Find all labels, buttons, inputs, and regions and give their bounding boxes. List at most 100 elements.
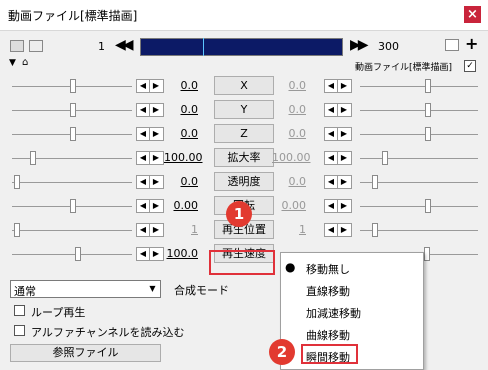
- menu-item-no-move[interactable]: 移動無し: [306, 261, 350, 277]
- left-slider-track[interactable]: [12, 182, 132, 183]
- right-arrow-buttons[interactable]: ◀ ▶: [324, 79, 352, 93]
- end-value[interactable]: 0.0: [272, 175, 307, 188]
- left-slider-thumb[interactable]: [70, 127, 76, 141]
- arrow-left-icon[interactable]: ◀: [325, 80, 337, 92]
- param-button-4[interactable]: 拡大率: [214, 148, 274, 167]
- close-button[interactable]: ×: [464, 6, 481, 23]
- arrow-left-icon[interactable]: ◀: [137, 152, 149, 164]
- right-slider-thumb[interactable]: [425, 79, 431, 93]
- right-slider-track[interactable]: [360, 134, 478, 135]
- right-slider-thumb[interactable]: [425, 127, 431, 141]
- arrow-right-icon[interactable]: ▶: [149, 224, 162, 236]
- start-value[interactable]: 0.0: [164, 175, 199, 188]
- param-button-5[interactable]: 透明度: [214, 172, 274, 191]
- arrow-right-icon[interactable]: ▶: [337, 176, 350, 188]
- menu-item-linear[interactable]: 直線移動: [306, 283, 350, 299]
- camera-toggle-icon[interactable]: [29, 40, 43, 52]
- start-value[interactable]: 100.0: [164, 247, 199, 260]
- left-slider-thumb[interactable]: [14, 175, 20, 189]
- right-slider-track[interactable]: [360, 158, 478, 159]
- add-filter-icon[interactable]: +: [465, 34, 478, 53]
- right-arrow-buttons[interactable]: ◀ ▶: [324, 223, 352, 237]
- object-enable-checkbox[interactable]: ✓: [464, 60, 476, 72]
- left-slider-track[interactable]: [12, 230, 132, 231]
- seek-marker[interactable]: [203, 38, 204, 56]
- arrow-left-icon[interactable]: ◀: [325, 176, 337, 188]
- arrow-right-icon[interactable]: ▶: [337, 152, 350, 164]
- loop-checkbox[interactable]: [14, 305, 25, 316]
- right-slider-thumb[interactable]: [382, 151, 388, 165]
- left-slider-thumb[interactable]: [70, 199, 76, 213]
- arrow-left-icon[interactable]: ◀: [325, 200, 337, 212]
- left-arrow-buttons[interactable]: ◀ ▶: [136, 151, 164, 165]
- end-value[interactable]: 100.00: [272, 151, 311, 164]
- menu-item-curve[interactable]: 曲線移動: [306, 327, 350, 343]
- arrow-left-icon[interactable]: ◀: [137, 224, 149, 236]
- left-arrow-buttons[interactable]: ◀ ▶: [136, 127, 164, 141]
- left-slider-thumb[interactable]: [70, 79, 76, 93]
- param-button-2[interactable]: Y: [214, 100, 274, 119]
- collapse-icon[interactable]: ▼: [9, 58, 16, 68]
- left-arrow-buttons[interactable]: ◀ ▶: [136, 247, 164, 261]
- end-value[interactable]: 0.0: [272, 79, 307, 92]
- arrow-left-icon[interactable]: ◀: [137, 176, 149, 188]
- right-slider-thumb[interactable]: [425, 103, 431, 117]
- arrow-right-icon[interactable]: ▶: [149, 104, 162, 116]
- right-slider-thumb[interactable]: [372, 175, 378, 189]
- arrow-right-icon[interactable]: ▶: [337, 80, 350, 92]
- right-slider-track[interactable]: [424, 254, 478, 255]
- rewind-icon[interactable]: ◀◀: [115, 37, 133, 53]
- left-arrow-buttons[interactable]: ◀ ▶: [136, 103, 164, 117]
- arrow-right-icon[interactable]: ▶: [149, 128, 162, 140]
- arrow-left-icon[interactable]: ◀: [137, 200, 149, 212]
- menu-item-ease[interactable]: 加減速移動: [306, 305, 361, 321]
- arrow-left-icon[interactable]: ◀: [325, 128, 337, 140]
- start-value[interactable]: 0.0: [164, 127, 199, 140]
- arrow-right-icon[interactable]: ▶: [149, 248, 162, 260]
- arrow-left-icon[interactable]: ◀: [325, 224, 337, 236]
- reference-file-button[interactable]: 参照ファイル: [10, 344, 161, 362]
- arrow-right-icon[interactable]: ▶: [149, 80, 162, 92]
- right-slider-thumb[interactable]: [372, 223, 378, 237]
- arrow-left-icon[interactable]: ◀: [325, 104, 337, 116]
- arrow-right-icon[interactable]: ▶: [337, 128, 350, 140]
- right-arrow-buttons[interactable]: ◀ ▶: [324, 199, 352, 213]
- forward-icon[interactable]: ▶▶: [350, 37, 368, 53]
- arrow-right-icon[interactable]: ▶: [149, 176, 162, 188]
- end-value[interactable]: 1: [272, 223, 306, 236]
- left-slider-thumb[interactable]: [75, 247, 81, 261]
- left-slider-track[interactable]: [12, 254, 132, 255]
- param-button-1[interactable]: X: [214, 76, 274, 95]
- end-value[interactable]: 0.0: [272, 127, 307, 140]
- start-value[interactable]: 1: [164, 223, 198, 236]
- arrow-right-icon[interactable]: ▶: [149, 152, 162, 164]
- arrow-right-icon[interactable]: ▶: [149, 200, 162, 212]
- arrow-left-icon[interactable]: ◀: [137, 248, 149, 260]
- arrow-left-icon[interactable]: ◀: [137, 104, 149, 116]
- start-value[interactable]: 0.0: [164, 103, 199, 116]
- alpha-checkbox[interactable]: [14, 325, 25, 336]
- right-arrow-buttons[interactable]: ◀ ▶: [324, 175, 352, 189]
- arrow-right-icon[interactable]: ▶: [337, 104, 350, 116]
- arrow-left-icon[interactable]: ◀: [325, 152, 337, 164]
- start-value[interactable]: 0.00: [164, 199, 199, 212]
- start-value[interactable]: 0.0: [164, 79, 199, 92]
- left-arrow-buttons[interactable]: ◀ ▶: [136, 175, 164, 189]
- right-slider-track[interactable]: [360, 110, 478, 111]
- left-slider-thumb[interactable]: [30, 151, 36, 165]
- start-value[interactable]: 100.00: [164, 151, 203, 164]
- right-arrow-buttons[interactable]: ◀ ▶: [324, 151, 352, 165]
- left-arrow-buttons[interactable]: ◀ ▶: [136, 223, 164, 237]
- arrow-right-icon[interactable]: ▶: [337, 224, 350, 236]
- link-icon[interactable]: [445, 39, 459, 51]
- right-slider-thumb[interactable]: [424, 247, 430, 261]
- end-value[interactable]: 0.0: [272, 103, 307, 116]
- right-slider-track[interactable]: [360, 86, 478, 87]
- arrow-right-icon[interactable]: ▶: [337, 200, 350, 212]
- frame-seekbar[interactable]: [140, 38, 343, 56]
- blend-mode-select[interactable]: 通常 ▼: [10, 280, 161, 298]
- right-slider-thumb[interactable]: [425, 199, 431, 213]
- left-arrow-buttons[interactable]: ◀ ▶: [136, 79, 164, 93]
- end-value[interactable]: 0.00: [272, 199, 307, 212]
- right-arrow-buttons[interactable]: ◀ ▶: [324, 103, 352, 117]
